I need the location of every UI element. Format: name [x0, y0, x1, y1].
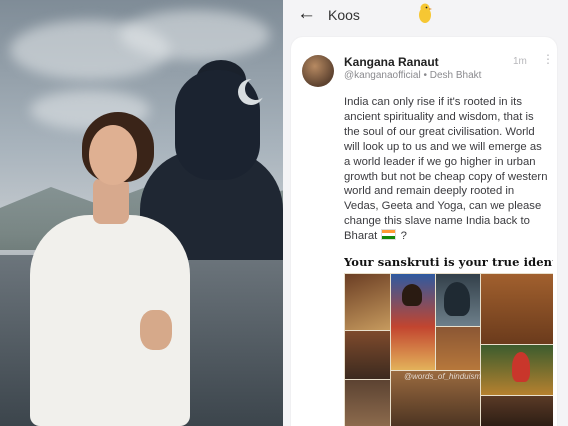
avatar[interactable] [302, 55, 334, 87]
author-handle: @kanganaofficial • Desh Bhakt [344, 70, 482, 81]
top-bar: ← Koos [283, 0, 568, 30]
post-text: India can only rise if it's rooted in it… [344, 96, 548, 243]
kebab-icon[interactable]: ⋮ [542, 52, 554, 66]
koo-bird-icon [419, 3, 432, 23]
post-time: 1m [513, 56, 527, 67]
koo-app-screen: ← Koos Kangana Ranaut @kanganaofficial •… [283, 0, 568, 426]
author-name[interactable]: Kangana Ranaut [344, 55, 439, 69]
post-image[interactable]: Your sanskruti is your true identity @wo… [344, 254, 553, 426]
poster-title: Your sanskruti is your true identity [344, 255, 553, 269]
koo-post-card[interactable]: Kangana Ranaut @kanganaofficial • Desh B… [291, 37, 557, 426]
poster-watermark: @words_of_hinduism [404, 372, 482, 381]
arrow-left-icon[interactable]: ← [297, 4, 316, 24]
india-flag-icon [381, 229, 397, 241]
page-title: Koos [328, 7, 360, 23]
photo-kangana-adiyogi [0, 0, 283, 426]
